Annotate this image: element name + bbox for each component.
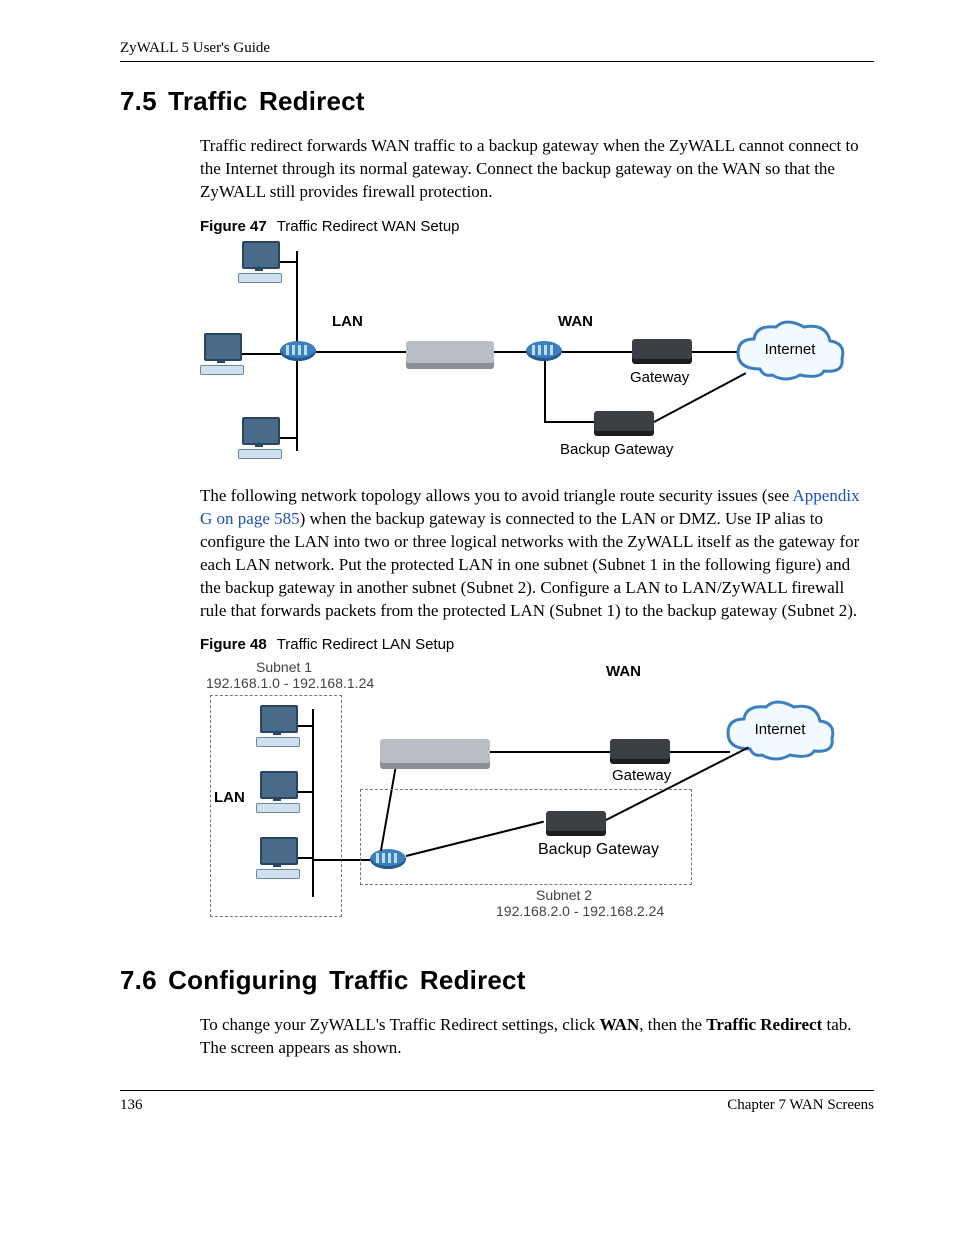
gateway-icon xyxy=(610,739,670,759)
figure-48-number: Figure 48 xyxy=(200,636,267,653)
p76-b: , then the xyxy=(639,1015,706,1034)
figure-47-title: Traffic Redirect WAN Setup xyxy=(277,218,460,235)
figure-48-caption: Figure 48 Traffic Redirect LAN Setup xyxy=(200,636,874,653)
pc-icon xyxy=(238,241,280,283)
gateway-label: Gateway xyxy=(612,767,671,784)
figure-47-diagram: LAN WAN Gateway Internet Backup Gateway xyxy=(200,241,840,471)
pc-icon xyxy=(256,771,298,813)
page-footer: 136 Chapter 7 WAN Screens xyxy=(120,1090,874,1114)
wan-label: WAN xyxy=(606,663,641,680)
switch-icon xyxy=(526,341,562,361)
lan-label: LAN xyxy=(214,789,245,806)
cloud-icon: Internet xyxy=(730,319,850,383)
page-number: 136 xyxy=(120,1097,143,1114)
figure-48-title: Traffic Redirect LAN Setup xyxy=(277,636,455,653)
gateway-label: Gateway xyxy=(630,369,689,386)
backup-gateway-icon xyxy=(594,411,654,431)
subnet2-range: 192.168.2.0 - 192.168.2.24 xyxy=(496,903,664,919)
backup-gateway-icon xyxy=(546,811,606,831)
pc-icon xyxy=(256,837,298,879)
mid-paragraph-post: ) when the backup gateway is connected t… xyxy=(200,509,859,620)
backup-gateway-label: Backup Gateway xyxy=(538,841,659,859)
subnet2-box xyxy=(360,789,692,885)
section-7-5-heading: 7.5 Traffic Redirect xyxy=(120,86,874,117)
pc-icon xyxy=(200,333,242,375)
subnet2-title: Subnet 2 xyxy=(536,887,592,903)
gateway-icon xyxy=(632,339,692,359)
pc-icon xyxy=(238,417,280,459)
chapter-label: Chapter 7 WAN Screens xyxy=(727,1097,874,1114)
pc-icon xyxy=(256,705,298,747)
running-header: ZyWALL 5 User's Guide xyxy=(120,40,874,62)
internet-label: Internet xyxy=(730,341,850,358)
zywall-icon xyxy=(406,341,494,363)
p76-wan: WAN xyxy=(600,1015,640,1034)
subnet1-range: 192.168.1.0 - 192.168.1.24 xyxy=(206,675,374,691)
internet-label: Internet xyxy=(720,721,840,738)
p76-tr: Traffic Redirect xyxy=(706,1015,822,1034)
backup-gateway-label: Backup Gateway xyxy=(560,441,673,458)
zywall-icon xyxy=(380,739,490,763)
lan-label: LAN xyxy=(332,313,363,330)
figure-48-diagram: Subnet 1 192.168.1.0 - 192.168.1.24 LAN … xyxy=(200,659,840,939)
figure-47-caption: Figure 47 Traffic Redirect WAN Setup xyxy=(200,218,874,235)
mid-paragraph: The following network topology allows yo… xyxy=(200,485,874,623)
figure-47-number: Figure 47 xyxy=(200,218,267,235)
section-7-6-heading: 7.6 Configuring Traffic Redirect xyxy=(120,965,874,996)
wan-label: WAN xyxy=(558,313,593,330)
mid-paragraph-pre: The following network topology allows yo… xyxy=(200,486,793,505)
switch-icon xyxy=(280,341,316,361)
subnet1-title: Subnet 1 xyxy=(256,659,312,675)
section-7-6-paragraph: To change your ZyWALL's Traffic Redirect… xyxy=(200,1014,874,1060)
section-7-5-paragraph: Traffic redirect forwards WAN traffic to… xyxy=(200,135,874,204)
p76-a: To change your ZyWALL's Traffic Redirect… xyxy=(200,1015,600,1034)
